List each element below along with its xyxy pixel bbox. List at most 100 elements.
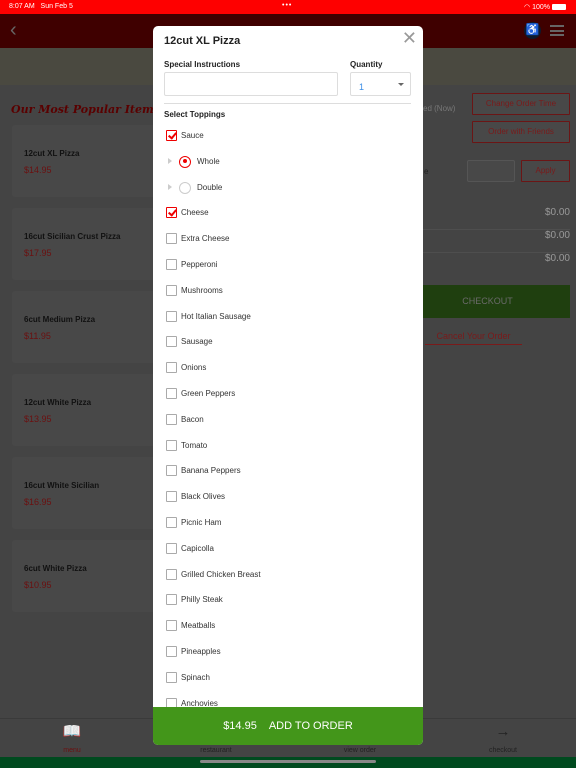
checkbox[interactable] (166, 516, 177, 528)
menu-item-name: 16cut Sicilian Crust Pizza (24, 232, 121, 241)
coupon-input[interactable] (467, 160, 515, 182)
toppings-list[interactable]: Sauce Whole Double Cheese Extra Cheese Pepper… (153, 124, 423, 708)
topping-label: Sausage (181, 337, 213, 347)
home-indicator[interactable] (200, 760, 376, 763)
topping-item[interactable]: Pineapples (153, 640, 423, 666)
modal-title: 12cut XL Pizza (164, 35, 241, 47)
topping-item[interactable]: Picnic Ham (153, 511, 423, 537)
arrow-right-icon: → (495, 723, 511, 740)
checkbox[interactable] (166, 620, 177, 632)
topping-item[interactable]: Cheese (153, 201, 423, 227)
order-with-friends-button[interactable]: Order with Friends (472, 121, 570, 143)
topping-label: Cheese (181, 208, 209, 218)
menu-item-name: 16cut White Sicilian (24, 481, 100, 490)
order-time-text: ed (Now) (423, 104, 456, 113)
topping-item[interactable]: Sauce (153, 124, 423, 150)
quantity-select[interactable]: 1 (350, 72, 411, 96)
radio-button[interactable] (179, 181, 191, 194)
checkbox[interactable] (166, 671, 177, 683)
menu-item-price: $13.95 (24, 414, 52, 424)
topping-item[interactable]: Onions (153, 356, 423, 382)
topping-label: Green Peppers (181, 388, 236, 398)
topping-label: Extra Cheese (181, 234, 230, 244)
divider (164, 103, 411, 104)
topping-option[interactable]: Double (153, 176, 423, 202)
change-order-time-button[interactable]: Change Order Time (472, 93, 570, 115)
topping-item[interactable]: Black Olives (153, 485, 423, 511)
quantity-label: Quantity (350, 60, 383, 69)
special-instructions-input[interactable] (164, 72, 338, 96)
topping-label: Banana Peppers (181, 466, 241, 476)
topping-item[interactable]: Extra Cheese (153, 227, 423, 253)
status-time: 8:07 AM Sun Feb 5 (9, 3, 73, 10)
checkbox[interactable] (166, 542, 177, 554)
topping-label: Picnic Ham (181, 517, 222, 527)
expand-triangle-icon (168, 157, 172, 164)
topping-item[interactable]: Capicolla (153, 537, 423, 563)
topping-label: Grilled Chicken Breast (181, 569, 261, 579)
accessibility-icon[interactable]: ♿ (524, 22, 541, 39)
multitask-dots[interactable]: ••• (282, 2, 292, 9)
topping-item[interactable]: Spinach (153, 666, 423, 692)
add-to-order-button[interactable]: $14.95 ADD TO ORDER (153, 707, 423, 745)
checkbox[interactable] (166, 362, 177, 374)
menu-item-name: 12cut XL Pizza (24, 149, 80, 158)
checkout-button[interactable]: CHECKOUT (405, 285, 570, 318)
topping-label: Spinach (181, 672, 210, 682)
menu-item-name: 12cut White Pizza (24, 398, 92, 407)
back-icon[interactable]: ‹ (10, 19, 17, 42)
menu-item-name: 6cut White Pizza (24, 564, 87, 573)
topping-item[interactable]: Grilled Chicken Breast (153, 563, 423, 589)
checkbox[interactable] (166, 465, 177, 477)
topping-label: Bacon (181, 414, 204, 424)
checkbox[interactable] (166, 439, 177, 451)
topping-label: Mushrooms (181, 285, 223, 295)
checkbox[interactable] (166, 233, 177, 245)
topping-item[interactable]: Mushrooms (153, 279, 423, 305)
checkbox[interactable] (166, 336, 177, 348)
checkbox[interactable] (166, 387, 177, 399)
topping-label: Double (197, 182, 223, 192)
topping-option[interactable]: Whole (153, 150, 423, 176)
topping-item[interactable]: Sausage (153, 330, 423, 356)
checkbox[interactable] (166, 207, 177, 219)
hamburger-menu-icon[interactable] (550, 25, 564, 36)
checkbox[interactable] (166, 413, 177, 425)
checkbox[interactable] (166, 491, 177, 503)
menu-item-price: $11.95 (24, 331, 51, 341)
topping-item[interactable]: Meatballs (153, 614, 423, 640)
nav-menu[interactable]: 📖 menu (32, 719, 112, 758)
topping-item[interactable]: Pepperoni (153, 253, 423, 279)
topping-label: Pepperoni (181, 259, 218, 269)
topping-label: Meatballs (181, 621, 216, 631)
checkbox[interactable] (166, 258, 177, 270)
radio-button[interactable] (179, 155, 191, 168)
topping-item[interactable]: Green Peppers (153, 382, 423, 408)
menu-book-icon: 📖 (62, 723, 82, 740)
checkbox[interactable] (166, 310, 177, 322)
checkbox[interactable] (166, 594, 177, 606)
tax-amount: $0.00 (405, 230, 570, 253)
close-icon[interactable]: ✕ (402, 28, 417, 49)
chevron-down-icon (398, 83, 404, 86)
checkbox[interactable] (166, 568, 177, 580)
topping-label: Black Olives (181, 492, 226, 502)
nav-checkout[interactable]: → checkout (463, 719, 543, 758)
item-modal: 12cut XL Pizza ✕ Special Instructions Qu… (153, 26, 423, 745)
topping-item[interactable]: Tomato (153, 434, 423, 460)
topping-label: Hot Italian Sausage (181, 311, 251, 321)
checkbox[interactable] (166, 284, 177, 296)
topping-label: Onions (181, 363, 207, 373)
checkbox[interactable] (166, 130, 177, 141)
topping-item[interactable]: Philly Steak (153, 588, 423, 614)
topping-item[interactable]: Banana Peppers (153, 459, 423, 485)
cancel-order-link[interactable]: Cancel Your Order (425, 331, 522, 345)
menu-item-name: 6cut Medium Pizza (24, 315, 96, 324)
topping-item[interactable]: Anchovies (153, 692, 423, 708)
topping-item[interactable]: Bacon (153, 408, 423, 434)
topping-item[interactable]: Hot Italian Sausage (153, 305, 423, 331)
checkbox[interactable] (166, 645, 177, 657)
battery: ◠ 100% (524, 3, 566, 11)
apply-button[interactable]: Apply (521, 160, 570, 182)
battery-icon (552, 4, 566, 11)
